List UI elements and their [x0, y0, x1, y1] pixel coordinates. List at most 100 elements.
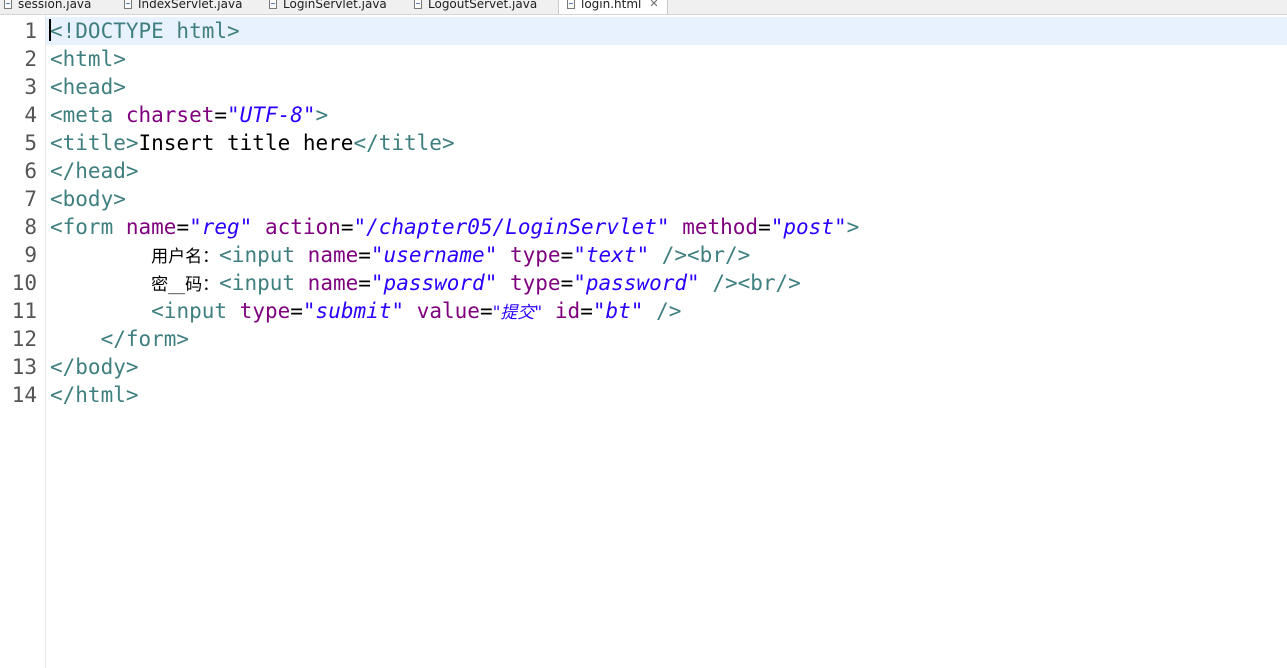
code-token: "text": [573, 243, 650, 267]
code-line[interactable]: 1 <!DOCTYPE html>: [0, 17, 1287, 45]
code-token: <body>: [50, 187, 126, 211]
code-editor[interactable]: 1 <!DOCTYPE html> 2 <html> 3 <head> 4 <meta cha…: [0, 15, 1287, 668]
code-line[interactable]: 12 </form>: [0, 325, 1287, 353]
code-token: <html>: [50, 47, 126, 71]
code-token: </title>: [353, 131, 455, 155]
code-token: method: [682, 215, 759, 239]
line-number: 12: [11, 327, 37, 351]
tab-label: LoginServlet.java: [283, 0, 387, 11]
code-text: <input type="submit" value="提交" id="bt" …: [50, 297, 681, 327]
code-token: =: [580, 299, 593, 323]
code-token: =: [358, 243, 371, 267]
code-token: =: [340, 215, 354, 239]
line-number: 7: [24, 187, 37, 211]
code-text: </head>: [50, 157, 139, 185]
code-token: "submit": [302, 299, 405, 323]
code-line[interactable]: 11 <input type="submit" value="提交" id="b…: [0, 297, 1287, 325]
code-token: type: [510, 271, 561, 295]
code-token: <input: [219, 271, 308, 295]
code-token: <!DOCTYPE html>: [50, 19, 240, 43]
text-caret: [49, 19, 51, 41]
code-token: action: [264, 215, 341, 239]
code-text: </html>: [50, 381, 139, 409]
code-line[interactable]: 3 <head>: [0, 73, 1287, 101]
line-number: 2: [24, 47, 37, 71]
code-token: >: [315, 103, 329, 127]
code-line[interactable]: 7 <body>: [0, 185, 1287, 213]
code-token: name: [307, 271, 359, 295]
code-token: =: [479, 299, 493, 323]
code-token: "post": [770, 215, 847, 239]
tab-login-html[interactable]: login.html ✕: [558, 0, 668, 14]
code-text: <body>: [50, 185, 126, 213]
java-file-icon: [269, 0, 277, 9]
code-line[interactable]: 14 </html>: [0, 381, 1287, 409]
code-token: "提交": [492, 303, 543, 323]
java-file-icon: [414, 0, 422, 9]
line-number: 3: [24, 75, 37, 99]
line-number: 9: [24, 243, 37, 267]
line-number: 11: [11, 299, 37, 323]
code-token: />: [656, 299, 682, 323]
code-token: <input: [219, 243, 308, 267]
code-token: id: [554, 299, 581, 323]
editor-tab-bar: session.java IndexServlet.java LoginServ…: [0, 0, 1287, 15]
code-token: Insert title here: [138, 131, 354, 155]
code-line[interactable]: 10 密__码：<input name="password" type="pas…: [0, 269, 1287, 297]
code-token: <meta: [50, 103, 126, 127]
code-token: =: [758, 215, 771, 239]
code-text: 用户名：<input name="username" type="text" /…: [50, 241, 750, 271]
code-line[interactable]: 13 </body>: [0, 353, 1287, 381]
code-token: </head>: [50, 159, 139, 183]
tab-label: session.java: [18, 0, 92, 11]
tab-session-java[interactable]: session.java: [4, 0, 91, 14]
code-token: =: [560, 243, 574, 267]
line-number: 10: [11, 271, 37, 295]
code-token: =: [358, 271, 371, 295]
line-number: 6: [24, 159, 37, 183]
tab-loginservlet-java[interactable]: LoginServlet.java: [269, 0, 387, 14]
code-token: </html>: [50, 383, 139, 407]
code-token: /><br/>: [712, 271, 801, 295]
code-token: type: [510, 243, 561, 267]
code-text: <html>: [50, 45, 126, 73]
java-file-icon: [124, 0, 132, 9]
code-text: <title>Insert title here</title>: [50, 129, 455, 157]
code-token: "/chapter05/LoginServlet": [353, 215, 670, 239]
code-line[interactable]: 4 <meta charset="UTF-8">: [0, 101, 1287, 129]
code-token: <input: [151, 299, 240, 323]
tab-label: IndexServlet.java: [138, 0, 243, 11]
code-line[interactable]: 8 <form name="reg" action="/chapter05/Log…: [0, 213, 1287, 241]
html-file-icon: [567, 0, 575, 9]
code-token: >: [846, 215, 860, 239]
code-token: /><br/>: [661, 243, 751, 267]
code-text: </form>: [50, 325, 190, 353]
code-token: "reg": [189, 215, 253, 239]
code-token: =: [214, 103, 228, 127]
code-token: =: [560, 271, 574, 295]
code-line[interactable]: 9 用户名：<input name="username" type="text"…: [0, 241, 1287, 269]
code-line[interactable]: 5 <title>Insert title here</title>: [0, 129, 1287, 157]
code-lines: 1 <!DOCTYPE html> 2 <html> 3 <head> 4 <meta cha…: [0, 17, 1287, 409]
code-token: </body>: [50, 355, 139, 379]
line-number: 1: [24, 19, 37, 43]
code-text: 密__码：<input name="password" type="passwo…: [50, 269, 801, 299]
tab-logoutservet-java[interactable]: LogoutServet.java: [414, 0, 537, 14]
line-number: 14: [11, 383, 37, 407]
close-icon[interactable]: ✕: [649, 0, 658, 11]
code-line[interactable]: 2 <html>: [0, 45, 1287, 73]
tab-indexservlet-java[interactable]: IndexServlet.java: [124, 0, 242, 14]
code-token: name: [125, 215, 177, 239]
code-token: "password": [573, 271, 700, 295]
code-token: "password": [370, 271, 498, 295]
code-line[interactable]: 6 </head>: [0, 157, 1287, 185]
code-token: <title>: [50, 131, 139, 155]
code-token: 用户名：: [151, 247, 220, 267]
